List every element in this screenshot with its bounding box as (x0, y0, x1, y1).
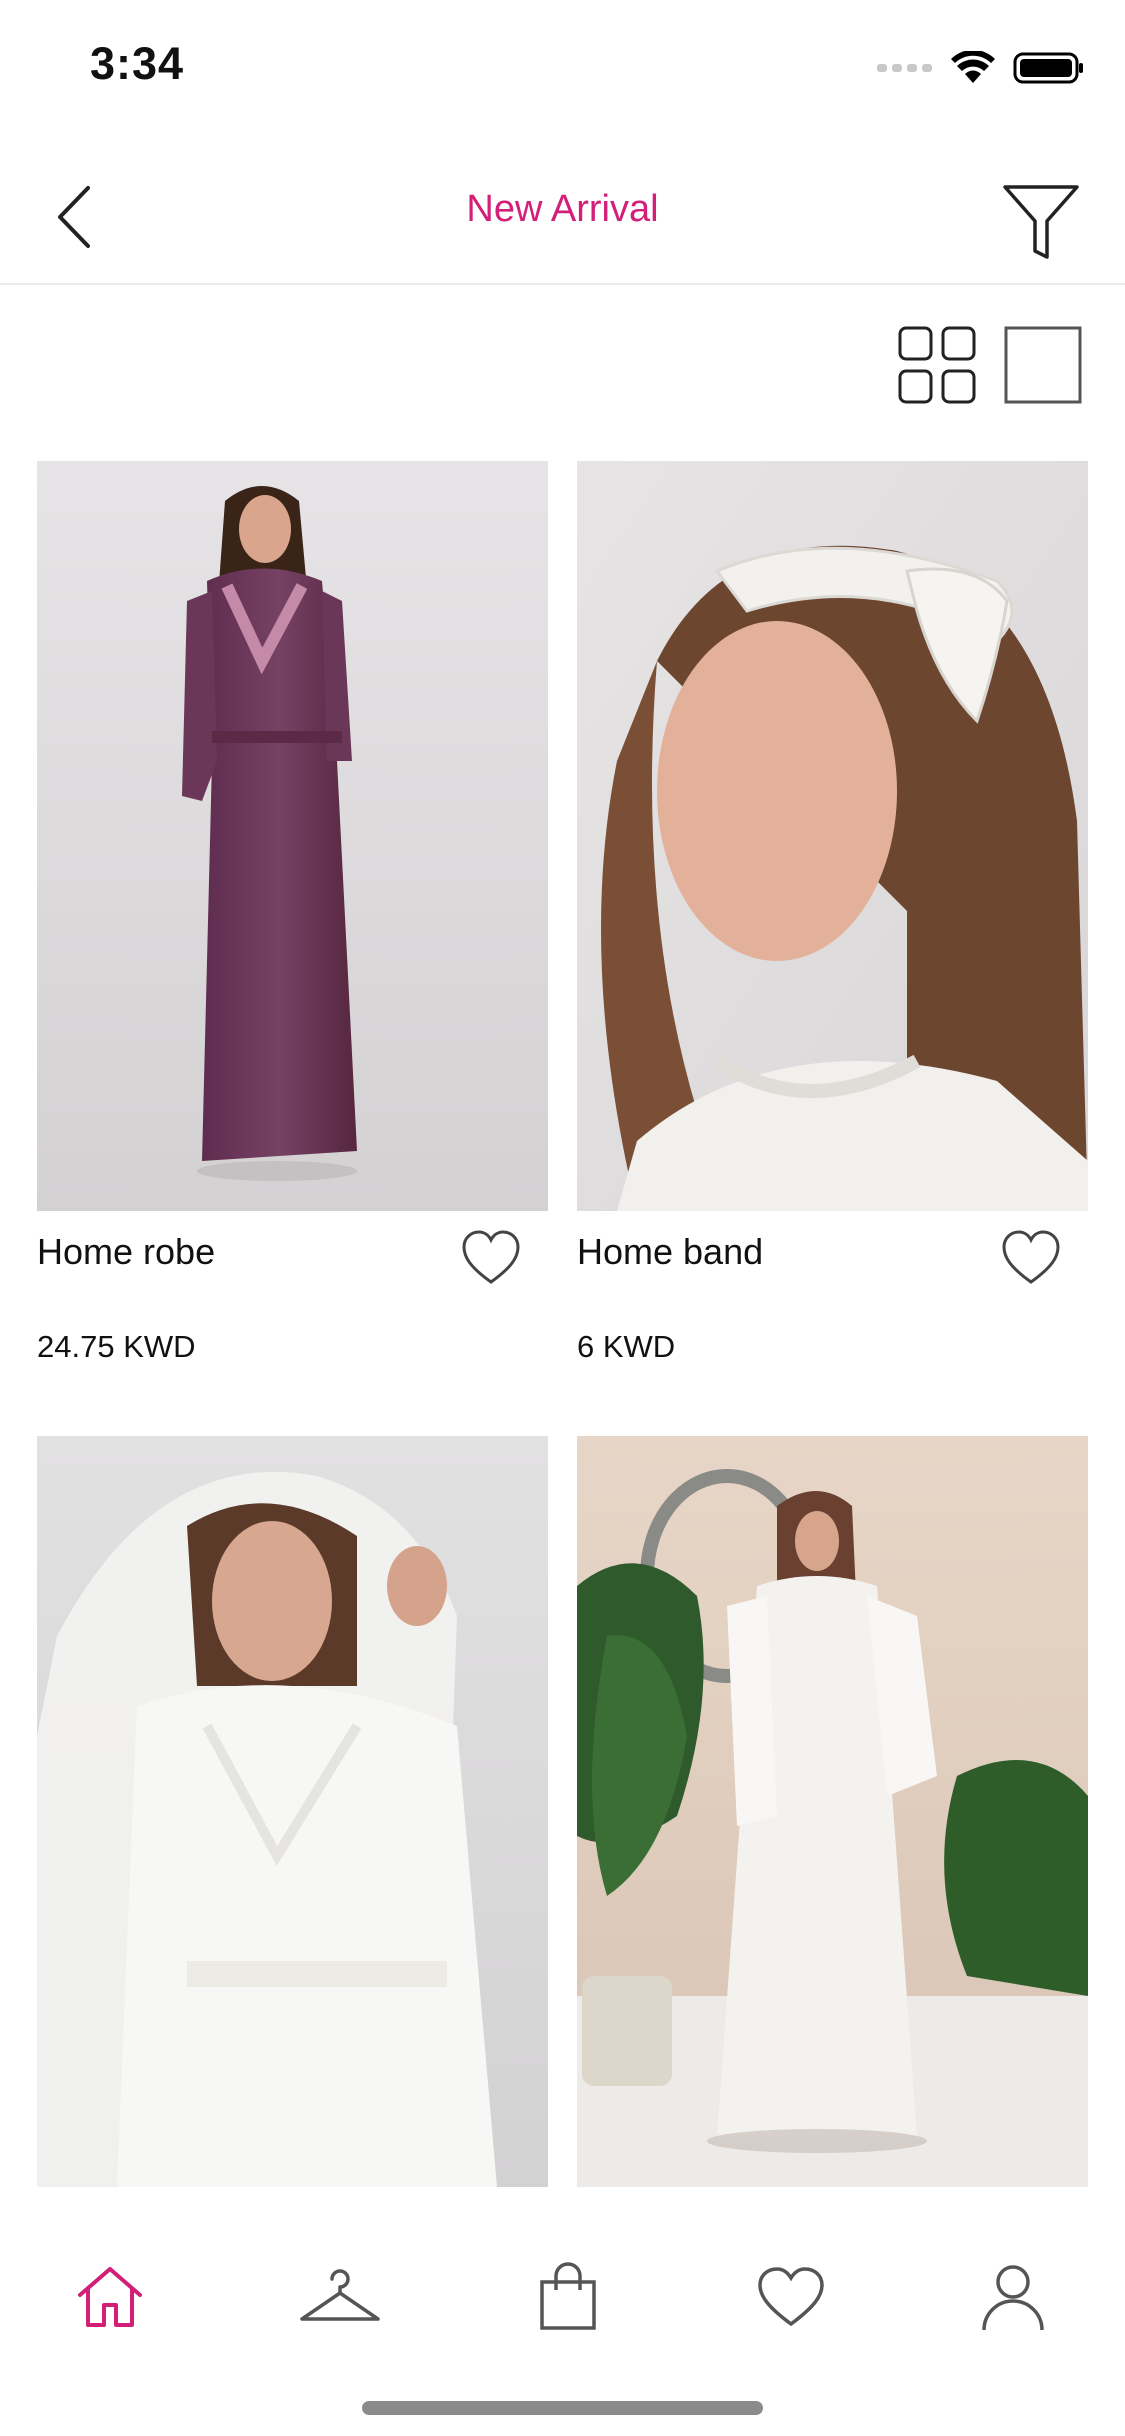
product-image[interactable] (577, 461, 1088, 1211)
product-photo-white-veil (37, 1436, 548, 2187)
battery-icon (1013, 52, 1083, 84)
product-card[interactable]: Home robe 24.75 KWD (37, 461, 548, 1381)
nav-bar: New Arrival (0, 150, 1125, 285)
filter-funnel-icon[interactable] (995, 175, 1085, 265)
tab-bar (0, 2187, 1125, 2436)
shopping-bag-icon (540, 2262, 596, 2330)
screen: 3:34 New Arrival Home robe 24.75 KWD Hom… (0, 0, 1125, 2436)
hanger-icon (300, 2269, 380, 2321)
page-title: New Arrival (466, 188, 659, 230)
wifi-icon (951, 51, 995, 83)
heart-outline-icon[interactable] (1000, 1229, 1062, 1287)
home-indicator (362, 2401, 763, 2415)
tab-categories[interactable] (295, 2257, 385, 2337)
tab-home[interactable] (65, 2257, 155, 2337)
product-photo-purple-robe (37, 461, 548, 1211)
product-photo-satin-gown (577, 1436, 1088, 2187)
single-view-icon[interactable] (1004, 326, 1082, 404)
product-image[interactable] (37, 461, 548, 1211)
product-price: 24.75 KWD (37, 1329, 196, 1364)
status-bar: 3:34 (0, 0, 1125, 135)
heart-outline-icon[interactable] (460, 1229, 522, 1287)
heart-icon (758, 2267, 824, 2327)
status-time: 3:34 (90, 38, 185, 89)
product-name[interactable]: Home band (577, 1231, 763, 1273)
product-price: 6 KWD (577, 1329, 676, 1364)
product-card[interactable] (37, 1436, 548, 2187)
tab-profile[interactable] (968, 2257, 1058, 2337)
tab-favorites[interactable] (746, 2257, 836, 2337)
product-name[interactable]: Home robe (37, 1231, 215, 1273)
home-icon (78, 2267, 142, 2327)
product-card[interactable]: Home band 6 KWD (577, 461, 1088, 1381)
product-image[interactable] (37, 1436, 548, 2187)
product-image[interactable] (577, 1436, 1088, 2187)
tab-cart[interactable] (523, 2257, 613, 2337)
grid-view-icon[interactable] (898, 326, 976, 404)
status-icons (877, 48, 1085, 88)
profile-icon (982, 2265, 1044, 2331)
cellular-signal-icon (877, 64, 932, 72)
product-photo-headband (577, 461, 1088, 1211)
product-card[interactable] (577, 1436, 1088, 2187)
